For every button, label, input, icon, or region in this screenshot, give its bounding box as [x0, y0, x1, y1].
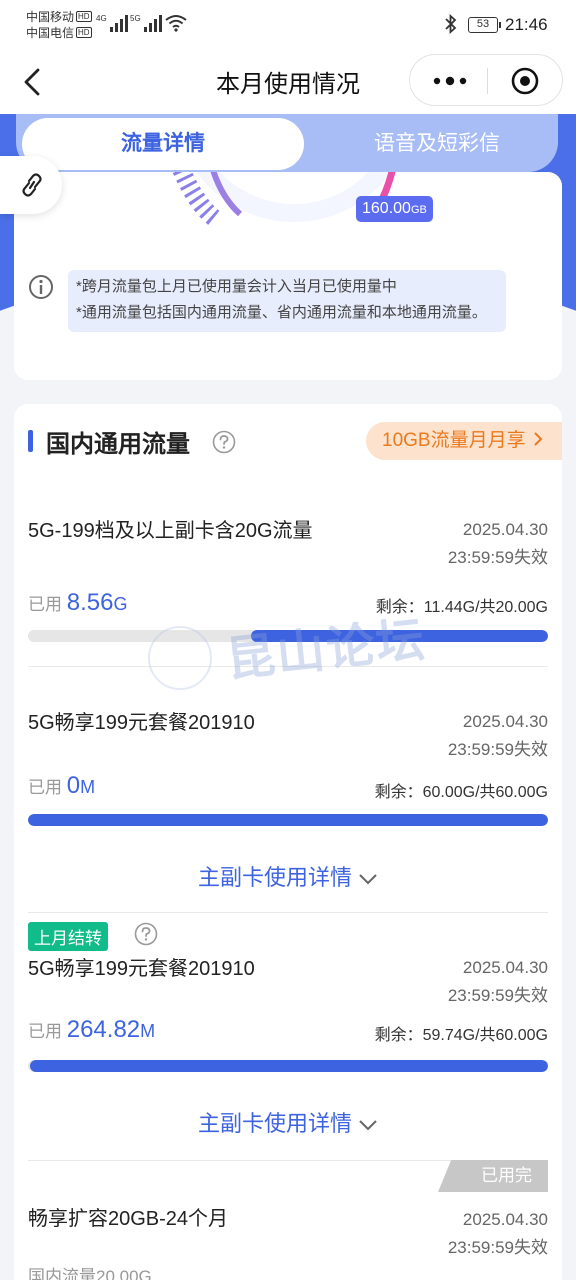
tab-data-details[interactable]: 流量详情: [22, 118, 304, 170]
expiry-time: 23:59:59失效: [447, 548, 548, 567]
used-amount: 已用 264.82M: [28, 1016, 155, 1044]
more-icon[interactable]: [432, 71, 468, 91]
used-amount: 已用 8.56G: [28, 589, 127, 617]
used-label: 已用: [28, 778, 62, 797]
network-type: 4G: [96, 14, 107, 23]
close-program-icon[interactable]: [510, 66, 540, 96]
capacity-badge: 160.00GB: [356, 196, 433, 222]
expiry-date: 2025.04.30: [462, 1210, 548, 1229]
details-link-label: 主副卡使用详情: [197, 865, 352, 890]
progress-fill: [30, 1060, 548, 1072]
card-usage-details-link[interactable]: 主副卡使用详情: [14, 860, 562, 892]
package-expiry: 2025.04.30 23:59:59失效: [348, 708, 548, 764]
used-label: 已用: [28, 595, 62, 614]
package-expiry: 2025.04.30 23:59:59失效: [348, 954, 548, 1010]
remaining-amount: 剩余：59.74G/共60.00G: [374, 1027, 548, 1044]
link-icon: [22, 173, 42, 197]
used-unit: G: [113, 594, 128, 614]
battery-icon: 53: [468, 17, 501, 33]
data-package-item: 5G畅享199元套餐201910 2025.04.30 23:59:59失效 已…: [28, 708, 548, 828]
carrier-info: 中国移动 HD 中国电信 HD: [26, 9, 92, 41]
clock: 21:46: [505, 15, 548, 34]
expiry-time: 23:59:59失效: [447, 740, 548, 759]
used-value: 264.82: [66, 1016, 141, 1043]
battery-level: 53: [476, 18, 490, 30]
expiry-time: 23:59:59失效: [447, 1238, 548, 1257]
network-type: 5G: [130, 14, 141, 23]
expiry-date: 2025.04.30: [462, 520, 548, 539]
domestic-data-card: 国内通用流量 10GB流量月月享 5G-199档及以上副卡含20G流量 2025…: [14, 404, 562, 1280]
wifi-icon: [165, 15, 187, 32]
expiry-time: 23:59:59失效: [447, 986, 548, 1005]
usage-progress-bar: [28, 1060, 548, 1072]
signal-icon: 4G: [96, 14, 128, 32]
data-package-item: 5G畅享199元套餐201910 2025.04.30 23:59:59失效 已…: [28, 954, 548, 1074]
section-marker: [28, 430, 33, 452]
used-up-tag: 已用完: [438, 1160, 548, 1192]
share-link-button[interactable]: [0, 156, 62, 214]
capacity-unit: GB: [410, 204, 427, 216]
used-value: 8.56: [66, 589, 114, 616]
tab-bar: 流量详情 语音及短彩信: [16, 114, 558, 172]
used-unit: M: [140, 1021, 156, 1041]
package-expiry: 2025.04.30 23:59:59失效: [348, 516, 548, 572]
package-quota: 国内流量20.00G: [28, 1267, 152, 1280]
bluetooth-icon: [445, 14, 457, 34]
hd-badge: HD: [76, 27, 92, 38]
nav-bar: 本月使用情况: [0, 50, 576, 114]
divider: [28, 912, 548, 913]
summary-card: 160.00GB *跨月流量包上月已使用量会计入当月已使用量中 *通用流量包括国…: [14, 172, 562, 380]
data-package-item: 已用完 畅享扩容20GB-24个月 2025.04.30 23:59:59失效 …: [28, 1160, 548, 1280]
card-usage-details-link[interactable]: 主副卡使用详情: [14, 1106, 562, 1138]
progress-fill: [28, 814, 548, 826]
usage-gauge: [172, 172, 396, 226]
help-icon[interactable]: [212, 430, 236, 454]
chevron-down-icon: [359, 1120, 377, 1131]
capsule-divider: [487, 68, 488, 94]
used-value: 0: [66, 772, 81, 799]
carrier-1: 中国移动: [26, 10, 75, 24]
package-name: 5G畅享199元套餐201910: [28, 958, 255, 980]
remaining-amount: 剩余：60.00G/共60.00G: [374, 784, 548, 801]
expiry-date: 2025.04.30: [462, 958, 548, 977]
tab-voice-sms[interactable]: 语音及短彩信: [316, 118, 558, 170]
info-icon: [29, 275, 53, 299]
notes-box: *跨月流量包上月已使用量会计入当月已使用量中 *通用流量包括国内通用流量、省内通…: [68, 270, 506, 332]
capacity-value: 160.00: [362, 200, 411, 217]
help-icon[interactable]: [134, 922, 158, 946]
status-bar: 中国移动 HD 中国电信 HD 4G 5G 53 21:46: [0, 0, 576, 50]
usage-progress-bar: [28, 814, 548, 826]
details-link-label: 主副卡使用详情: [197, 1111, 352, 1136]
hd-badge: HD: [76, 11, 92, 22]
expiry-date: 2025.04.30: [462, 712, 548, 731]
section-title: 国内通用流量: [46, 431, 190, 458]
note-line: *跨月流量包上月已使用量会计入当月已使用量中: [76, 278, 397, 295]
forum-watermark: 昆山论坛: [148, 600, 448, 700]
package-name: 5G畅享199元套餐201910: [28, 712, 255, 734]
watermark-text: 昆山论坛: [224, 611, 429, 689]
promo-label: 10GB流量月月享: [382, 430, 526, 451]
chevron-right-icon: [534, 432, 543, 446]
carrier-2: 中国电信: [26, 26, 75, 40]
watermark-logo: [148, 626, 212, 690]
promo-banner[interactable]: 10GB流量月月享: [366, 422, 562, 460]
used-amount: 已用 0M: [28, 772, 95, 800]
package-name: 5G-199档及以上副卡含20G流量: [28, 520, 313, 542]
chevron-down-icon: [359, 874, 377, 885]
note-line: *通用流量包括国内通用流量、省内通用流量和本地通用流量。: [76, 304, 487, 321]
used-label: 已用: [28, 1022, 62, 1041]
package-expiry: 2025.04.30 23:59:59失效: [348, 1206, 548, 1262]
package-name: 畅享扩容20GB-24个月: [28, 1208, 229, 1230]
signal-icon: 5G: [130, 14, 162, 32]
used-unit: M: [80, 777, 96, 797]
mini-program-capsule: [409, 54, 563, 106]
carryover-badge: 上月结转: [28, 922, 108, 951]
